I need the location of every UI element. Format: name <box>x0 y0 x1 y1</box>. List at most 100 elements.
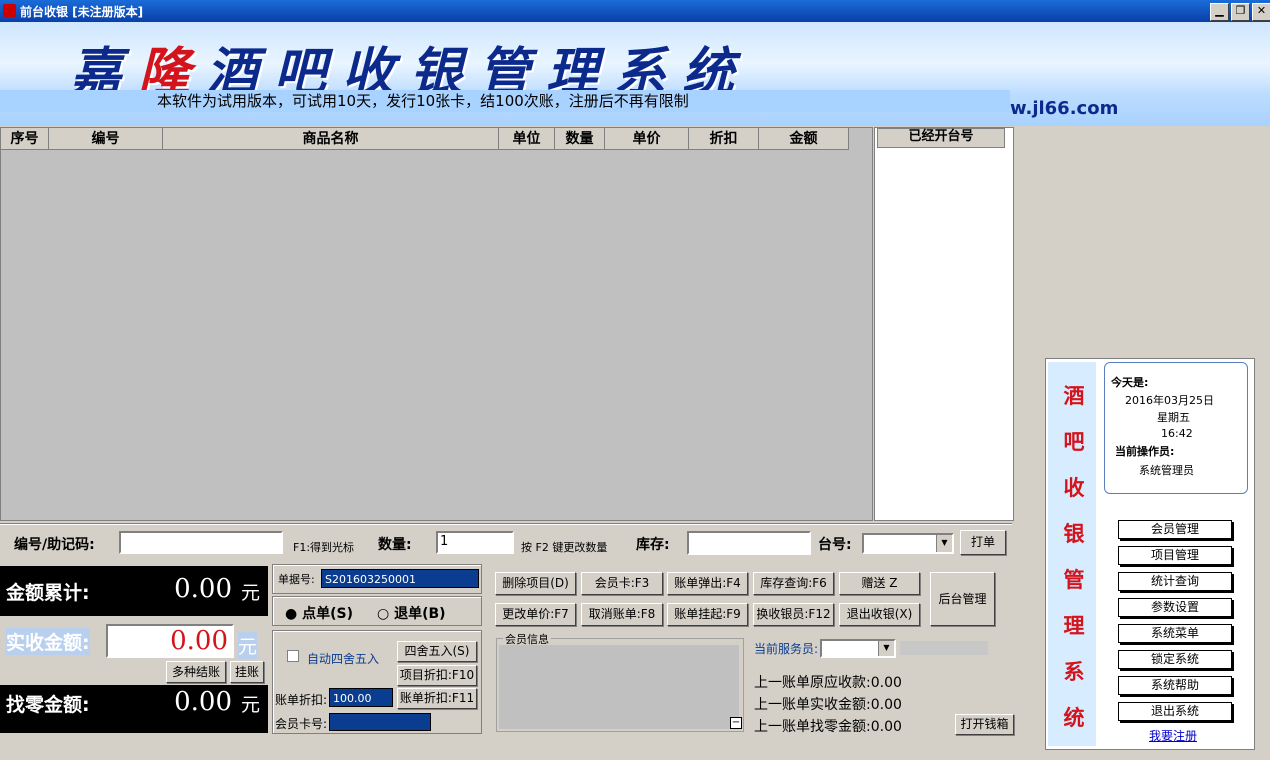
change-unit: 元 <box>240 694 260 716</box>
change-price-button[interactable]: 更改单价:F7 <box>495 603 576 626</box>
switch-cashier-button[interactable]: 换收银员:F12 <box>753 603 834 626</box>
backend-button[interactable]: 后台管理 <box>930 572 995 626</box>
last-bill-change: 上一账单找零金额:0.00 <box>754 719 902 735</box>
item-discount-button[interactable]: 项目折扣:F10 <box>397 665 477 686</box>
item-management-button[interactable]: 项目管理 <box>1118 546 1232 565</box>
vertical-char: 银 <box>1063 522 1085 546</box>
close-button[interactable]: ✕ <box>1252 3 1270 21</box>
parameter-settings-button[interactable]: 参数设置 <box>1118 598 1232 617</box>
change-box: 找零金额: 0.00 元 <box>0 685 268 733</box>
bill-discount-button[interactable]: 账单折扣:F11 <box>397 688 477 709</box>
open-tables-list[interactable]: 已经开台号 <box>874 127 1014 521</box>
minimize-button[interactable]: ▁ <box>1210 3 1229 21</box>
col-name[interactable]: 商品名称 <box>163 128 499 150</box>
open-drawer-button[interactable]: 打开钱箱 <box>955 714 1014 735</box>
exit-cashier-button[interactable]: 退出收银(X) <box>839 603 920 626</box>
today-label: 今天是: <box>1111 376 1149 389</box>
bill-no-panel: 单据号: S201603250001 <box>272 564 482 594</box>
lock-system-button[interactable]: 锁定系统 <box>1118 650 1232 669</box>
refund-radio-label: 退单(B) <box>394 606 446 622</box>
refund-radio[interactable]: ○ 退单(B) <box>377 603 446 623</box>
waiter-bar <box>900 641 988 655</box>
auto-round-checkbox[interactable] <box>287 650 299 662</box>
qty-hint: 按 F2 键更改数量 <box>521 541 608 554</box>
info-box: 今天是: 2016年03月25日 星期五 16:42 当前操作员: 系统管理员 <box>1104 362 1248 494</box>
collapse-icon[interactable]: − <box>730 717 742 729</box>
order-type-panel: ● 点单(S) ○ 退单(B) <box>272 596 482 626</box>
order-grid[interactable]: 序号 编号 商品名称 单位 数量 单价 折扣 金额 <box>0 127 873 521</box>
paid-row: 实收金额: 0.00 元 <box>0 622 268 660</box>
order-radio-label: 点单(S) <box>302 606 353 622</box>
table-select[interactable]: ▼ <box>862 533 954 554</box>
multi-pay-button[interactable]: 多种结账 <box>166 661 226 683</box>
round-button[interactable]: 四舍五入(S) <box>397 641 477 662</box>
auto-round-label: 自动四舍五入 <box>307 652 380 666</box>
sum-box: 金额累计: 0.00 元 <box>0 566 268 616</box>
discount-panel: 自动四舍五入 四舍五入(S) 项目折扣:F10 账单折扣: 100.00 账单折… <box>272 630 482 734</box>
bill-discount-label: 账单折扣: <box>275 693 328 707</box>
member-info-area <box>499 645 739 729</box>
vertical-title: 酒 吧 收 银 管 理 系 统 <box>1048 362 1096 746</box>
vertical-char: 统 <box>1063 706 1085 730</box>
qty-input[interactable]: 1 <box>436 531 514 554</box>
exit-system-button[interactable]: 退出系统 <box>1118 702 1232 721</box>
vertical-char: 理 <box>1063 614 1085 638</box>
suspend-bill-button[interactable]: 账单挂起:F9 <box>667 603 748 626</box>
system-help-button[interactable]: 系统帮助 <box>1118 676 1232 695</box>
today-weekday: 星期五 <box>1157 411 1190 424</box>
hang-account-button[interactable]: 挂账 <box>230 661 264 683</box>
paid-label: 实收金额: <box>6 628 90 655</box>
col-seq[interactable]: 序号 <box>1 128 49 150</box>
chevron-down-icon[interactable]: ▼ <box>936 535 952 552</box>
trial-notice: 本软件为试用版本，可试用10天，发行10张卡，结100次账，注册后不再有限制 <box>0 90 1010 112</box>
sum-label: 金额累计: <box>6 582 90 604</box>
waiter-label: 当前服务员: <box>754 642 819 656</box>
vertical-char: 酒 <box>1063 384 1085 408</box>
banner-url: w.jl66.com <box>1010 98 1119 119</box>
code-hint: F1:得到光标 <box>293 541 355 554</box>
window-title: 前台收银 [未注册版本] <box>20 5 144 19</box>
member-management-button[interactable]: 会员管理 <box>1118 520 1232 539</box>
col-unit[interactable]: 单位 <box>499 128 555 150</box>
separator <box>0 523 1012 525</box>
statistics-query-button[interactable]: 统计查询 <box>1118 572 1232 591</box>
member-card-field[interactable] <box>329 713 431 731</box>
stock-label: 库存: <box>636 537 670 553</box>
operator-name: 系统管理员 <box>1139 464 1194 477</box>
today-time: 16:42 <box>1161 427 1193 440</box>
member-card-button[interactable]: 会员卡:F3 <box>581 572 663 595</box>
system-menu-button[interactable]: 系统菜单 <box>1118 624 1232 643</box>
bill-discount-field[interactable]: 100.00 <box>329 688 393 707</box>
bill-popup-button[interactable]: 账单弹出:F4 <box>667 572 748 595</box>
title-bar[interactable]: 前台收银 [未注册版本] ▁ ❐ ✕ <box>0 0 1270 22</box>
register-link[interactable]: 我要注册 <box>1149 727 1197 744</box>
code-input[interactable] <box>119 531 283 554</box>
paid-unit: 元 <box>238 632 258 659</box>
col-code[interactable]: 编号 <box>49 128 163 150</box>
chevron-down-icon[interactable]: ▼ <box>878 641 894 656</box>
paid-input[interactable]: 0.00 <box>106 624 234 658</box>
stock-input[interactable] <box>687 531 811 555</box>
col-discount[interactable]: 折扣 <box>689 128 759 150</box>
cancel-bill-button[interactable]: 取消账单:F8 <box>581 603 663 626</box>
order-radio[interactable]: ● 点单(S) <box>285 603 353 623</box>
vertical-char: 系 <box>1063 660 1085 684</box>
gift-button[interactable]: 赠送 Z <box>839 572 920 595</box>
bill-no-field[interactable]: S201603250001 <box>321 569 479 588</box>
col-amount[interactable]: 金额 <box>759 128 849 150</box>
today-date: 2016年03月25日 <box>1125 394 1214 407</box>
col-qty[interactable]: 数量 <box>555 128 605 150</box>
open-tables-header: 已经开台号 <box>877 128 1005 148</box>
stock-query-button[interactable]: 库存查询:F6 <box>753 572 834 595</box>
member-info-group: 会员信息 − <box>496 631 744 732</box>
delete-item-button[interactable]: 删除项目(D) <box>495 572 576 595</box>
restore-button[interactable]: ❐ <box>1231 3 1250 21</box>
waiter-select[interactable]: ▼ <box>820 639 896 658</box>
last-bill-due: 上一账单原应收款:0.00 <box>754 675 902 691</box>
member-card-label: 会员卡号: <box>275 717 328 731</box>
last-bill-paid: 上一账单实收金额:0.00 <box>754 697 902 713</box>
table-label: 台号: <box>818 537 852 553</box>
print-button[interactable]: 打单 <box>960 530 1006 555</box>
app-icon <box>3 4 16 17</box>
col-price[interactable]: 单价 <box>605 128 689 150</box>
